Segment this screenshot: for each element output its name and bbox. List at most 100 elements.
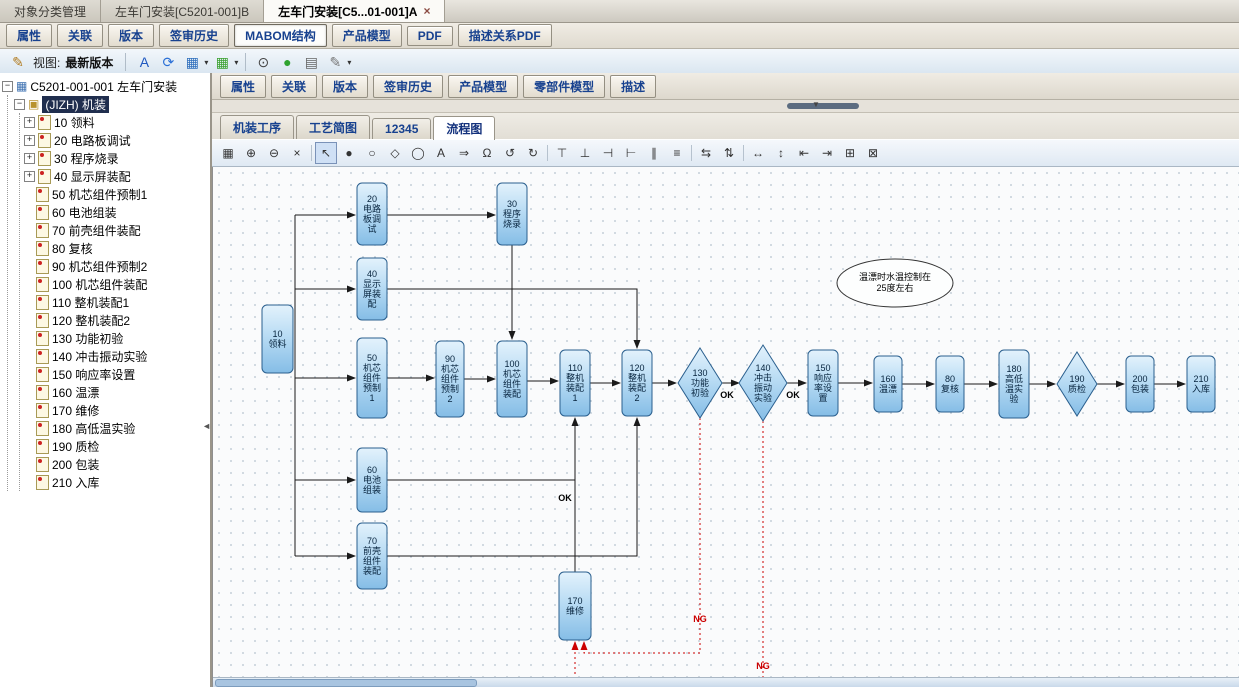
flow-node-110[interactable] — [560, 350, 590, 416]
close-tab-icon[interactable]: × — [423, 4, 430, 18]
preview-icon[interactable]: ⊙ — [253, 52, 273, 72]
main-tab-mabom-structure[interactable]: MABOM结构 — [234, 24, 327, 47]
window-tab[interactable]: 对象分类管理 — [0, 0, 101, 22]
publish-icon[interactable]: ● — [277, 52, 297, 72]
panel-tab-product-model[interactable]: 产品模型 — [448, 75, 518, 98]
flow-node-120[interactable] — [622, 350, 652, 416]
sub-tab-12345[interactable]: 12345 — [372, 118, 431, 139]
tree-item[interactable]: +40 显示屏装配 — [22, 167, 210, 185]
panel-tab-sign-history[interactable]: 签审历史 — [373, 75, 443, 98]
tree-item[interactable]: 110 整机装配1 — [22, 293, 210, 311]
tree-item[interactable]: 190 质检 — [22, 437, 210, 455]
snap-right-icon[interactable]: ⇥ — [816, 142, 838, 164]
panel-tab-description[interactable]: 描述 — [610, 75, 656, 98]
tree-item[interactable]: 210 入库 — [22, 473, 210, 491]
tree-item[interactable]: +10 领料 — [22, 113, 210, 131]
structure-icon[interactable]: ▦ — [212, 52, 232, 72]
zoom-out-icon[interactable]: ⊖ — [263, 142, 285, 164]
edit-icon[interactable]: ✎ — [8, 52, 28, 72]
delete-icon[interactable]: × — [286, 142, 308, 164]
main-tab-properties[interactable]: 属性 — [6, 24, 52, 47]
flow-node-150[interactable] — [808, 350, 838, 416]
tree-item[interactable]: 150 响应率设置 — [22, 365, 210, 383]
edit-document-icon[interactable]: ✎ — [325, 52, 345, 72]
snap-left-icon[interactable]: ⇤ — [793, 142, 815, 164]
tree-item[interactable]: 130 功能初验 — [22, 329, 210, 347]
dropdown-caret-icon[interactable]: ▾ — [234, 58, 238, 67]
distribute-vertical-icon[interactable]: ⇅ — [718, 142, 740, 164]
annotation-ellipse[interactable] — [837, 259, 953, 307]
tree-item[interactable]: +20 电路板调试 — [22, 131, 210, 149]
expand-vertical-icon[interactable]: ↕ — [770, 142, 792, 164]
collapse-expander-icon[interactable]: − — [14, 99, 25, 110]
splitter-handle[interactable] — [787, 103, 859, 109]
tree-item[interactable]: 70 前壳组件装配 — [22, 221, 210, 239]
window-tab[interactable]: 左车门安装[C5...01-001]A× — [264, 0, 445, 22]
tree-item[interactable]: 160 温漂 — [22, 383, 210, 401]
export-icon[interactable]: ⟳ — [158, 52, 178, 72]
expander-icon[interactable]: + — [24, 153, 35, 164]
filled-ellipse-icon[interactable]: ● — [338, 142, 360, 164]
panel-tab-relations[interactable]: 关联 — [271, 75, 317, 98]
main-tab-sign-history[interactable]: 签审历史 — [159, 24, 229, 47]
ellipse-icon[interactable]: ○ — [361, 142, 383, 164]
window-tab[interactable]: 左车门安装[C5201-001]B — [101, 0, 264, 22]
flow-node-200[interactable] — [1126, 356, 1154, 412]
tree-item[interactable]: 200 包装 — [22, 455, 210, 473]
align-right-icon[interactable]: ⊢ — [620, 142, 642, 164]
main-tab-pdf[interactable]: PDF — [407, 26, 453, 46]
tree-item[interactable]: 50 机芯组件预制1 — [22, 185, 210, 203]
main-tab-versions[interactable]: 版本 — [108, 24, 154, 47]
tree-item[interactable]: +30 程序烧录 — [22, 149, 210, 167]
expand-horizontal-icon[interactable]: ↔ — [747, 142, 769, 164]
flow-node-140[interactable] — [739, 345, 787, 421]
zoom-in-icon[interactable]: ⊕ — [240, 142, 262, 164]
panel-collapse-icon[interactable]: ◄ — [202, 421, 211, 431]
splitter-collapse-icon[interactable]: ▼ — [812, 100, 820, 109]
flow-node-100[interactable] — [497, 341, 527, 417]
flow-node-70[interactable] — [357, 523, 387, 589]
undo-icon[interactable]: ↺ — [499, 142, 521, 164]
center-vertical-icon[interactable]: ∥ — [643, 142, 665, 164]
zoom-fit-icon[interactable]: ⊠ — [862, 142, 884, 164]
text-icon[interactable]: A — [430, 142, 452, 164]
flow-node-20[interactable] — [357, 183, 387, 245]
tree-group[interactable]: − ▣ (JIZH) 机装 — [12, 95, 210, 113]
flow-node-160[interactable] — [874, 356, 902, 412]
expander-icon[interactable]: + — [24, 171, 35, 182]
tree-item[interactable]: 60 电池组装 — [22, 203, 210, 221]
sub-tab-process-sketch[interactable]: 工艺简图 — [296, 115, 370, 139]
fit-icon[interactable]: ⊞ — [839, 142, 861, 164]
curve-icon[interactable]: Ω — [476, 142, 498, 164]
sub-tab-machine-process[interactable]: 机装工序 — [220, 115, 294, 139]
view-selector[interactable]: 最新版本 — [65, 54, 113, 71]
tree-item[interactable]: 170 维修 — [22, 401, 210, 419]
tree-item[interactable]: 140 冲击振动实验 — [22, 347, 210, 365]
main-tab-product-model[interactable]: 产品模型 — [332, 24, 402, 47]
flow-node-10[interactable] — [262, 305, 293, 373]
redo-icon[interactable]: ↻ — [522, 142, 544, 164]
align-left-icon[interactable]: ⊣ — [597, 142, 619, 164]
distribute-horizontal-icon[interactable]: ⇆ — [695, 142, 717, 164]
align-bottom-icon[interactable]: ⊥ — [574, 142, 596, 164]
align-top-icon[interactable]: ⊤ — [551, 142, 573, 164]
panel-tab-properties[interactable]: 属性 — [220, 75, 266, 98]
scrollbar-thumb[interactable] — [215, 679, 477, 687]
flow-node-90[interactable] — [436, 341, 464, 417]
flow-node-40[interactable] — [357, 258, 387, 320]
tree-root[interactable]: − ▦ C5201-001-001 左车门安装 — [0, 77, 210, 95]
flow-node-190[interactable] — [1057, 352, 1097, 416]
splitter-bar[interactable]: ▼ — [212, 100, 1239, 113]
dropdown-caret-icon[interactable]: ▾ — [347, 58, 351, 67]
diamond-icon[interactable]: ◇ — [384, 142, 406, 164]
dropdown-caret-icon[interactable]: ▾ — [204, 58, 208, 67]
tree-item[interactable]: 90 机芯组件预制2 — [22, 257, 210, 275]
expander-icon[interactable]: + — [24, 117, 35, 128]
flow-node-130[interactable] — [678, 348, 722, 418]
font-icon[interactable]: A — [134, 52, 154, 72]
select-cursor-icon[interactable]: ↖ — [315, 142, 337, 164]
flow-node-30[interactable] — [497, 183, 527, 245]
main-tab-relations[interactable]: 关联 — [57, 24, 103, 47]
flow-node-180[interactable] — [999, 350, 1029, 418]
flow-node-50[interactable] — [357, 338, 387, 418]
